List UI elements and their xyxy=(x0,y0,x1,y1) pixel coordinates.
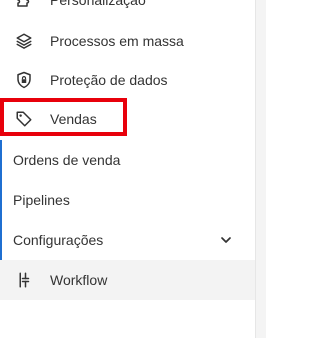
submenu-item-pipelines[interactable]: Pipelines xyxy=(0,180,255,220)
menu-item-label: Vendas xyxy=(50,111,97,127)
menu-item-vendas[interactable]: Vendas xyxy=(0,99,255,139)
tag-icon xyxy=(13,108,35,130)
submenu-item-ordens-de-venda[interactable]: Ordens de venda xyxy=(0,140,255,180)
menu-item-processos-em-massa[interactable]: Processos em massa xyxy=(0,21,255,61)
submenu-item-configuracoes[interactable]: Configurações xyxy=(0,220,255,260)
menu-item-label: Proteção de dados xyxy=(50,72,168,88)
scrollbar-track[interactable] xyxy=(255,0,266,338)
menu-item-label: Processos em massa xyxy=(50,33,184,49)
menu-item-personalizacao[interactable]: Personalização xyxy=(0,0,255,20)
workflow-icon xyxy=(13,269,35,291)
menu-item-protecao-de-dados[interactable]: Proteção de dados xyxy=(0,60,255,100)
menu-item-label: Personalização xyxy=(50,0,146,8)
chevron-down-icon[interactable] xyxy=(218,232,234,248)
submenu-item-label: Pipelines xyxy=(13,192,70,208)
submenu-item-label: Configurações xyxy=(13,232,104,248)
menu-item-workflow[interactable]: Workflow xyxy=(0,260,255,300)
puzzle-icon xyxy=(13,0,35,11)
settings-sidebar-menu: Personalização Processos em massa Proteç… xyxy=(0,0,266,338)
submenu-item-label: Ordens de venda xyxy=(13,152,121,168)
shield-lock-icon xyxy=(13,69,35,91)
menu-item-label: Workflow xyxy=(50,272,108,288)
layers-icon xyxy=(13,30,35,52)
